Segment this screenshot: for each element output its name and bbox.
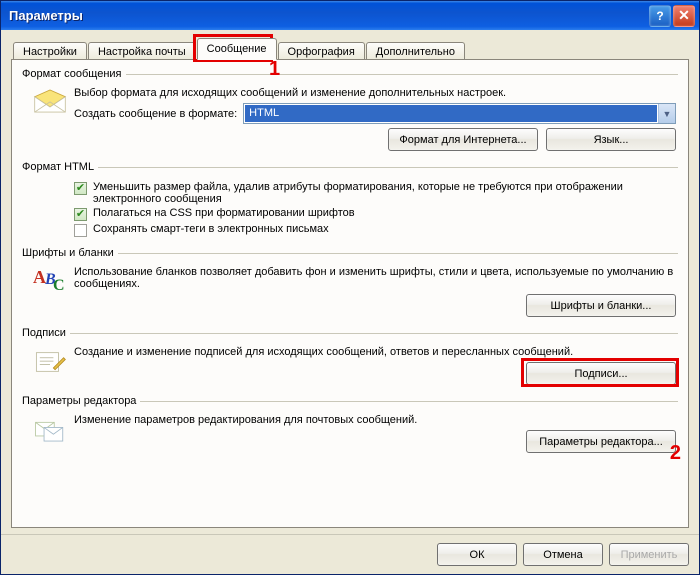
signatures-button[interactable]: Подписи...	[526, 362, 676, 385]
apply-button[interactable]: Применить	[609, 543, 689, 566]
tab-strip: Настройки Настройка почты Сообщение Орфо…	[11, 38, 689, 60]
titlebar[interactable]: Параметры ? ✕	[1, 1, 699, 30]
envelope-icon	[26, 86, 74, 153]
create-format-label: Создать сообщение в формате:	[74, 108, 237, 120]
editor-icon	[26, 413, 74, 455]
tab-page-message: Формат сообщения Выбор формата для исход…	[11, 59, 689, 528]
window-title: Параметры	[9, 8, 647, 23]
internet-format-button[interactable]: Формат для Интернета...	[388, 128, 538, 151]
group-legend: Параметры редактора	[22, 395, 140, 407]
spacer-icon	[26, 179, 74, 239]
group-message-format: Формат сообщения Выбор формата для исход…	[22, 68, 678, 155]
group-editor-options: Параметры редактора Изменение параметров…	[22, 395, 678, 457]
group-legend: Подписи	[22, 327, 70, 339]
group-legend: Формат сообщения	[22, 68, 126, 80]
group-signatures: Подписи Создание и изменение подписей дл…	[22, 327, 678, 389]
tab-message[interactable]: Сообщение	[197, 38, 277, 60]
fonts-description: Использование бланков позволяет добавить…	[74, 266, 676, 290]
client-area: Настройки Настройка почты Сообщение Орфо…	[1, 30, 699, 534]
editor-description: Изменение параметров редактирования для …	[74, 414, 676, 426]
chevron-down-icon[interactable]: ▼	[658, 104, 675, 123]
help-button[interactable]: ?	[649, 5, 671, 27]
reduce-size-checkbox[interactable]: ✔	[74, 182, 87, 195]
cancel-button[interactable]: Отмена	[523, 543, 603, 566]
fonts-stationery-button[interactable]: Шрифты и бланки...	[526, 294, 676, 317]
group-legend: Шрифты и бланки	[22, 247, 118, 259]
group-fonts-stationery: Шрифты и бланки A B C Использование блан…	[22, 247, 678, 321]
options-dialog: Параметры ? ✕ Настройки Настройка почты …	[0, 0, 700, 575]
abc-icon: A B C	[26, 265, 74, 319]
language-button[interactable]: Язык...	[546, 128, 676, 151]
smart-tags-label: Сохранять смарт-теги в электронных письм…	[93, 223, 329, 235]
format-description: Выбор формата для исходящих сообщений и …	[74, 87, 676, 99]
message-format-dropdown[interactable]: HTML ▼	[243, 103, 676, 124]
group-legend: Формат HTML	[22, 161, 98, 173]
dialog-button-bar: ОК Отмена Применить	[1, 534, 699, 574]
signature-icon	[26, 345, 74, 387]
signatures-description: Создание и изменение подписей для исходя…	[74, 346, 676, 358]
close-button[interactable]: ✕	[673, 5, 695, 27]
rely-css-label: Полагаться на CSS при форматировании шри…	[93, 207, 355, 219]
group-html-format: Формат HTML ✔ Уменьшить размер файла, уд…	[22, 161, 678, 241]
editor-options-button[interactable]: Параметры редактора...	[526, 430, 676, 453]
dropdown-value: HTML	[245, 105, 657, 122]
smart-tags-checkbox[interactable]: ✔	[74, 224, 87, 237]
ok-button[interactable]: ОК	[437, 543, 517, 566]
rely-css-checkbox[interactable]: ✔	[74, 208, 87, 221]
reduce-size-label: Уменьшить размер файла, удалив атрибуты …	[93, 181, 676, 205]
